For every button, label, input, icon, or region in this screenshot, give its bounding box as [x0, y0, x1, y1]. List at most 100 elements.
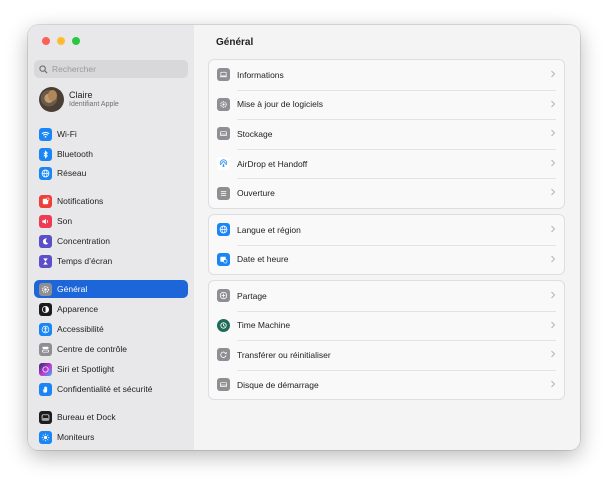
sidebar-item-label: Apparence	[57, 304, 99, 314]
drive-icon	[217, 127, 230, 141]
row-label: Partage	[237, 290, 267, 301]
sidebar-item-wifi[interactable]: Wi-Fi	[34, 125, 188, 143]
hand-icon	[39, 382, 52, 396]
settings-row-login-items[interactable]: Ouverture	[209, 178, 564, 208]
sidebar-item-siri[interactable]: Siri et Spotlight	[34, 360, 188, 378]
row-label: Date et heure	[237, 254, 289, 265]
gear-badge-icon	[217, 97, 230, 111]
accessibility-icon	[39, 322, 52, 336]
reset-icon	[217, 348, 230, 362]
sidebar-item-label: Réseau	[57, 168, 87, 178]
sidebar-item-sound[interactable]: Son	[34, 212, 188, 230]
account-subtitle: Identifiant Apple	[69, 100, 119, 108]
time-machine-icon	[217, 318, 230, 332]
calendar-clock-icon	[217, 252, 230, 266]
globe-icon	[217, 223, 230, 237]
settings-row-about[interactable]: Informations	[209, 60, 564, 90]
airdrop-icon	[217, 157, 230, 171]
bluetooth-icon	[39, 147, 52, 161]
chevron-right-icon	[551, 159, 556, 167]
control-center-icon	[39, 342, 52, 356]
sidebar-item-displays[interactable]: Moniteurs	[34, 428, 188, 446]
sidebar-item-privacy[interactable]: Confidentialité et sécurité	[34, 380, 188, 398]
sidebar-item-label: Centre de contrôle	[57, 344, 127, 354]
sidebar-item-screen-time[interactable]: Temps d’écran	[34, 252, 188, 270]
gear-icon	[39, 282, 52, 296]
close-button[interactable]	[42, 37, 50, 45]
row-label: Disque de démarrage	[237, 379, 319, 390]
row-label: Stockage	[237, 128, 273, 139]
page-title: Général	[216, 37, 254, 48]
chevron-right-icon	[551, 129, 556, 137]
sidebar-item-label: Bureau et Dock	[57, 412, 116, 422]
traffic-lights	[42, 37, 80, 45]
apple-id-account[interactable]: Claire Identifiant Apple	[39, 87, 119, 112]
sidebar-item-network[interactable]: Réseau	[34, 164, 188, 182]
speaker-icon	[39, 214, 52, 228]
account-name: Claire	[69, 89, 93, 100]
settings-row-startup-disk[interactable]: Disque de démarrage	[209, 369, 564, 400]
settings-row-time-machine[interactable]: Time Machine	[209, 310, 564, 341]
chevron-right-icon	[551, 70, 556, 78]
settings-row-transfer-reset[interactable]: Transférer ou réinitialiser	[209, 340, 564, 370]
search-icon	[39, 64, 48, 74]
sidebar-item-control-center[interactable]: Centre de contrôle	[34, 340, 188, 358]
chevron-right-icon	[551, 380, 556, 388]
row-label: Informations	[237, 69, 284, 80]
sharing-icon	[217, 289, 230, 303]
settings-group-system: Informations Mise à jour de logiciels St…	[208, 59, 565, 209]
row-label: AirDrop et Handoff	[237, 158, 308, 169]
globe-icon	[39, 166, 52, 180]
chevron-right-icon	[551, 225, 556, 233]
avatar	[39, 87, 64, 112]
settings-row-date-time[interactable]: Date et heure	[209, 244, 564, 275]
chevron-right-icon	[551, 189, 556, 196]
bell-icon	[39, 194, 52, 208]
search-input[interactable]	[52, 61, 180, 77]
sidebar-item-desktop-dock[interactable]: Bureau et Dock	[34, 408, 188, 426]
settings-group-locale: Langue et région Date et heure	[208, 214, 565, 276]
sidebar-item-label: Notifications	[57, 196, 104, 206]
wifi-icon	[39, 127, 52, 141]
login-items-icon	[217, 186, 230, 200]
sidebar-item-focus[interactable]: Concentration	[34, 232, 188, 250]
row-label: Langue et région	[237, 224, 301, 235]
sidebar: Claire Identifiant Apple Wi-Fi Bluetooth…	[28, 25, 195, 450]
sidebar-item-bluetooth[interactable]: Bluetooth	[34, 145, 188, 163]
hourglass-icon	[39, 254, 52, 268]
sidebar-item-label: Général	[57, 284, 88, 294]
chevron-right-icon	[551, 100, 556, 107]
row-label: Time Machine	[237, 320, 291, 331]
sidebar-item-label: Accessibilité	[57, 324, 104, 334]
chevron-right-icon	[551, 255, 556, 262]
startup-disk-icon	[217, 378, 230, 392]
sidebar-item-accessibility[interactable]: Accessibilité	[34, 320, 188, 338]
sidebar-item-label: Concentration	[57, 236, 110, 246]
sidebar-item-label: Confidentialité et sécurité	[57, 384, 153, 394]
settings-row-language-region[interactable]: Langue et région	[209, 215, 564, 245]
row-label: Mise à jour de logiciels	[237, 99, 323, 110]
moon-icon	[39, 234, 52, 248]
settings-row-sharing[interactable]: Partage	[209, 281, 564, 311]
main-pane: Général Informations Mise à jour de logi…	[194, 25, 580, 450]
sidebar-item-label: Temps d’écran	[57, 256, 113, 266]
sidebar-item-notifications[interactable]: Notifications	[34, 192, 188, 210]
chevron-right-icon	[551, 350, 556, 358]
settings-window: Claire Identifiant Apple Wi-Fi Bluetooth…	[28, 25, 580, 450]
chevron-right-icon	[551, 291, 556, 299]
settings-row-airdrop[interactable]: AirDrop et Handoff	[209, 148, 564, 179]
zoom-button[interactable]	[72, 37, 80, 45]
sidebar-item-label: Bluetooth	[57, 149, 93, 159]
sidebar-item-appearance[interactable]: Apparence	[34, 300, 188, 318]
sidebar-item-label: Siri et Spotlight	[57, 364, 115, 374]
settings-row-software-update[interactable]: Mise à jour de logiciels	[209, 89, 564, 120]
sidebar-item-label: Son	[57, 216, 73, 226]
minimize-button[interactable]	[57, 37, 65, 45]
laptop-icon	[217, 68, 230, 82]
settings-group-maintenance: Partage Time Machine Transférer ou réini…	[208, 280, 565, 401]
sidebar-item-general[interactable]: Général	[34, 280, 188, 298]
settings-row-storage[interactable]: Stockage	[209, 119, 564, 149]
sidebar-item-label: Wi-Fi	[57, 129, 77, 139]
search-field[interactable]	[34, 60, 188, 78]
sun-icon	[39, 430, 52, 444]
